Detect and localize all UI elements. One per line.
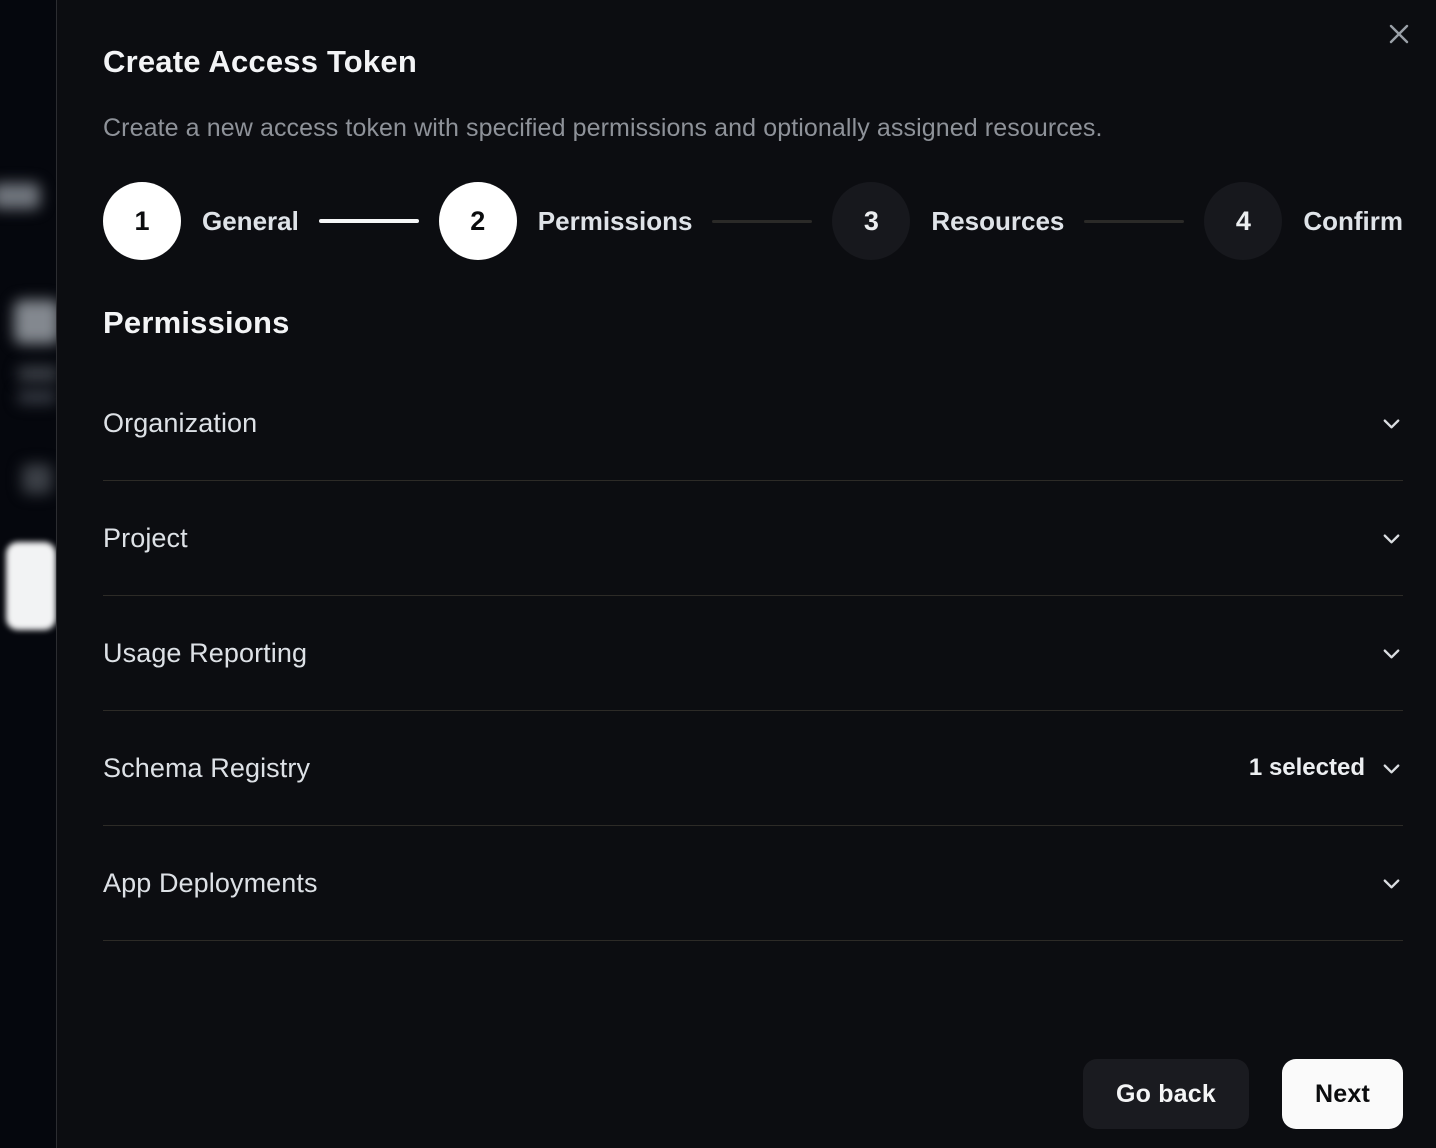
step-number-circle: 1: [103, 182, 181, 260]
chevron-down-icon: [1380, 527, 1403, 550]
step-label: Confirm: [1303, 206, 1403, 237]
step-number: 3: [864, 206, 879, 237]
permission-section-project[interactable]: Project: [103, 481, 1403, 596]
blurred-background-item: [22, 464, 52, 494]
permission-section-organization[interactable]: Organization: [103, 366, 1403, 481]
step-number: 4: [1236, 206, 1251, 237]
step-number: 1: [134, 206, 149, 237]
permission-section-label: Schema Registry: [103, 753, 310, 784]
step-number: 2: [470, 206, 485, 237]
background-page: [0, 0, 56, 1148]
step-connector-done: [319, 219, 419, 223]
chevron-down-icon: [1380, 872, 1403, 895]
close-button[interactable]: [1382, 18, 1416, 52]
stepper: 1 General 2 Permissions 3 Resources: [103, 181, 1403, 261]
chevron-down-icon: [1380, 757, 1403, 780]
step-confirm[interactable]: 4 Confirm: [1204, 182, 1403, 260]
permissions-heading: Permissions: [103, 305, 1403, 341]
permission-section-label: Organization: [103, 408, 257, 439]
go-back-button[interactable]: Go back: [1083, 1059, 1249, 1129]
step-connector: [712, 220, 812, 223]
step-resources[interactable]: 3 Resources: [832, 182, 1064, 260]
chevron-down-icon: [1380, 642, 1403, 665]
next-button[interactable]: Next: [1282, 1059, 1403, 1129]
step-label: General: [202, 206, 299, 237]
modal-subtitle: Create a new access token with specified…: [103, 114, 1403, 143]
step-label: Resources: [931, 206, 1064, 237]
step-number-circle: 4: [1204, 182, 1282, 260]
permission-section-label: Usage Reporting: [103, 638, 307, 669]
permission-section-app-deployments[interactable]: App Deployments: [103, 826, 1403, 941]
step-number-circle: 3: [832, 182, 910, 260]
blurred-background-item: [0, 183, 40, 209]
step-general[interactable]: 1 General: [103, 182, 299, 260]
create-access-token-modal: Create Access Token Create a new access …: [56, 0, 1436, 1148]
modal-title: Create Access Token: [103, 44, 1403, 80]
selection-count: 1 selected: [1249, 754, 1365, 782]
permission-section-label: App Deployments: [103, 868, 318, 899]
permission-section-schema-registry[interactable]: Schema Registry 1 selected: [103, 711, 1403, 826]
chevron-down-icon: [1380, 412, 1403, 435]
permissions-list: Organization Project Usage: [103, 366, 1403, 941]
blurred-background-card: [6, 542, 56, 630]
x-icon: [1387, 22, 1411, 49]
modal-footer: Go back Next: [103, 1059, 1403, 1129]
blurred-background-item: [18, 366, 56, 382]
blurred-background-item: [14, 300, 56, 344]
permission-section-usage-reporting[interactable]: Usage Reporting: [103, 596, 1403, 711]
step-permissions[interactable]: 2 Permissions: [439, 182, 693, 260]
step-connector: [1084, 220, 1184, 223]
blurred-background-item: [18, 390, 56, 404]
step-number-circle: 2: [439, 182, 517, 260]
step-label: Permissions: [538, 206, 693, 237]
permission-section-label: Project: [103, 523, 188, 554]
